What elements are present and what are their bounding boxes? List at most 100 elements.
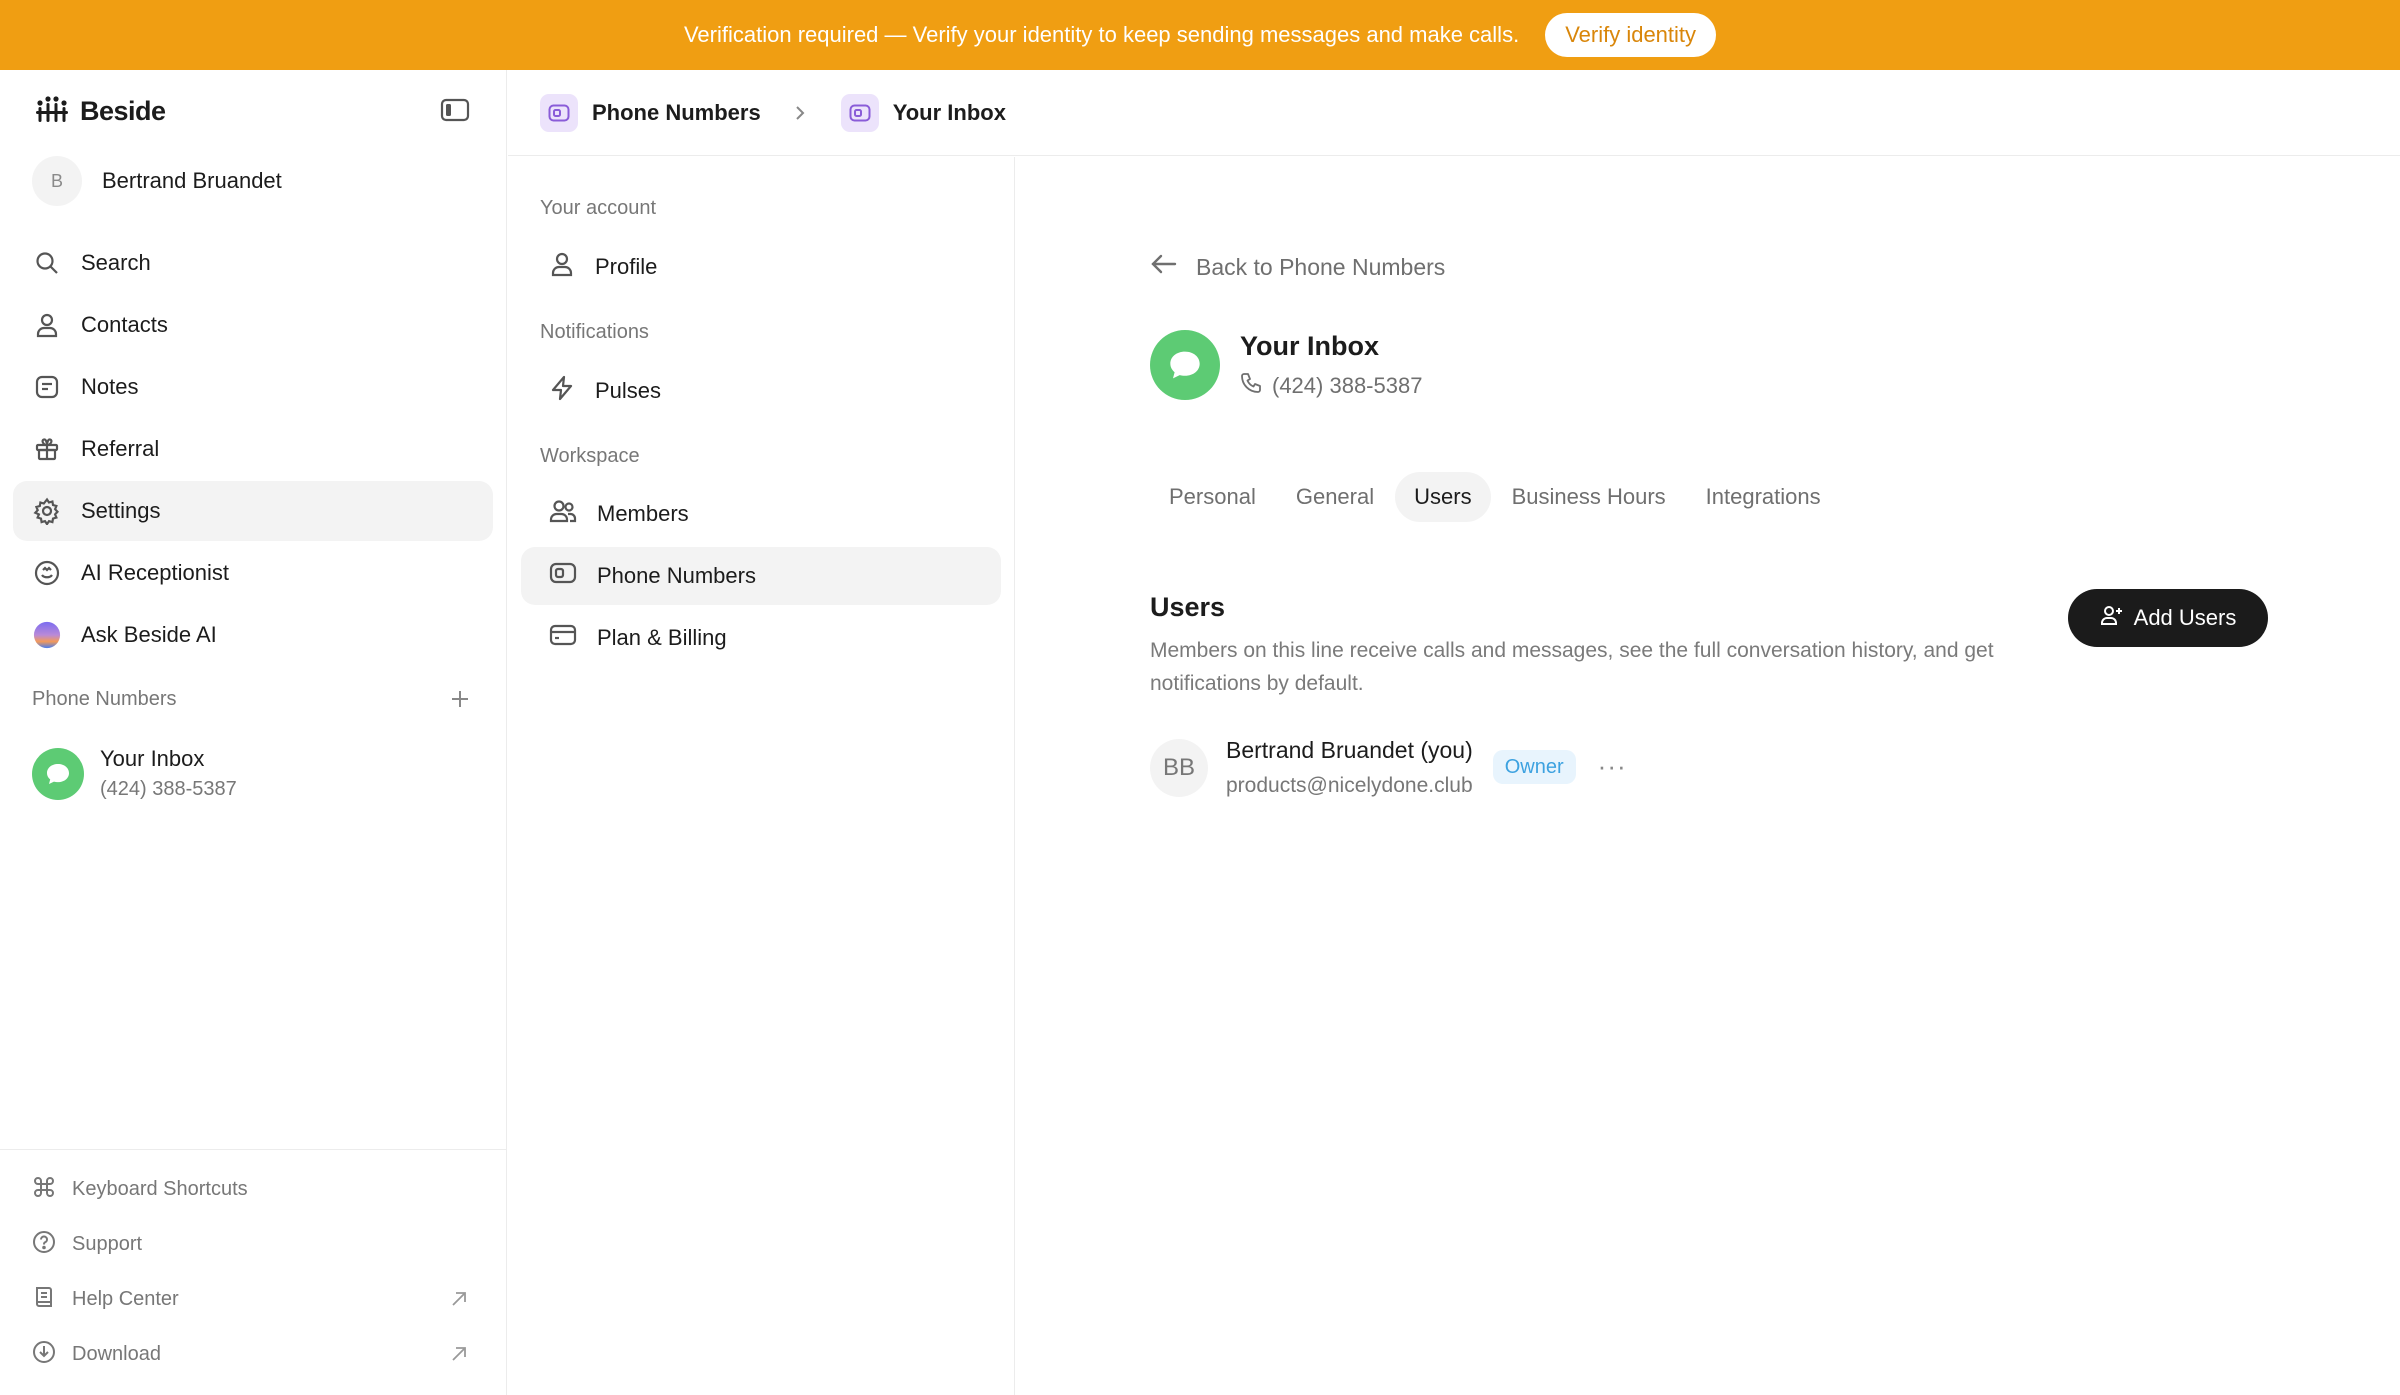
settings-item-plan-billing[interactable]: Plan & Billing xyxy=(521,609,1001,667)
inbox-title: Your Inbox xyxy=(1240,330,1379,361)
sidebar: Beside B Bertrand Bruandet Search Contac… xyxy=(0,70,507,1395)
users-section-title: Users xyxy=(1150,592,1226,622)
question-icon xyxy=(32,1230,56,1260)
sidebar-item-label: Search xyxy=(81,250,151,275)
download-link[interactable]: Download xyxy=(0,1327,507,1382)
verify-identity-button[interactable]: Verify identity xyxy=(1545,13,1717,57)
arrow-left-icon xyxy=(1150,253,1178,281)
phone-numbers-section-header: Phone Numbers xyxy=(32,687,472,711)
settings-item-phone-numbers[interactable]: Phone Numbers xyxy=(521,547,1001,605)
breadcrumb-label: Your Inbox xyxy=(892,99,1006,125)
phone-number-item[interactable]: Your Inbox (424) 388-5387 xyxy=(32,746,237,801)
section-label: Phone Numbers xyxy=(32,687,177,710)
beside-logo-icon xyxy=(36,94,68,129)
breadcrumb-label: Phone Numbers xyxy=(592,99,761,125)
inbox-header: Your Inbox (424) 388-5387 xyxy=(1150,330,1422,400)
receptionist-icon xyxy=(33,559,61,587)
sidebar-item-notes[interactable]: Notes xyxy=(13,357,493,417)
settings-section-notifications: Notifications xyxy=(540,321,649,343)
inbox-phone: (424) 388-5387 xyxy=(1240,372,1422,400)
user-profile[interactable]: B Bertrand Bruandet xyxy=(32,156,282,206)
avatar: BB xyxy=(1150,738,1208,797)
phone-item-number: (424) 388-5387 xyxy=(100,778,237,800)
note-icon xyxy=(33,373,61,401)
inbox-phone-number: (424) 388-5387 xyxy=(1272,372,1423,398)
tab-personal[interactable]: Personal xyxy=(1150,472,1275,522)
settings-item-label: Pulses xyxy=(595,378,662,403)
settings-item-label: Profile xyxy=(595,254,658,279)
sidebar-item-label: Notes xyxy=(81,374,139,399)
back-to-phone-numbers-link[interactable]: Back to Phone Numbers xyxy=(1150,253,1445,281)
brand[interactable]: Beside xyxy=(36,94,166,129)
sidebar-item-label: Contacts xyxy=(81,312,168,337)
settings-section-workspace: Workspace xyxy=(540,445,640,467)
keyboard-shortcuts-link[interactable]: Keyboard Shortcuts xyxy=(0,1162,507,1217)
person-icon xyxy=(549,251,575,283)
more-options-button[interactable]: ··· xyxy=(1598,751,1627,782)
external-link-icon xyxy=(450,1290,468,1314)
sidebar-item-settings[interactable]: Settings xyxy=(13,481,493,541)
sidebar-footer: Keyboard Shortcuts Support Help Center D… xyxy=(0,1149,507,1382)
table-row: BB Bertrand Bruandet (you) products@nice… xyxy=(1150,737,1627,798)
settings-item-members[interactable]: Members xyxy=(521,485,1001,543)
settings-item-label: Plan & Billing xyxy=(597,625,727,650)
book-icon xyxy=(32,1285,56,1315)
member-email: products@nicelydone.club xyxy=(1226,774,1473,797)
tab-general[interactable]: General xyxy=(1277,472,1393,522)
settings-section-your-account: Your account xyxy=(540,197,657,219)
chevron-right-icon xyxy=(793,104,807,122)
chat-bubble-icon xyxy=(1150,330,1220,400)
gear-icon xyxy=(33,497,61,525)
main-content: Back to Phone Numbers Your Inbox (424) 3… xyxy=(1016,157,2400,1395)
command-icon xyxy=(32,1175,56,1205)
footer-label: Help Center xyxy=(72,1288,179,1310)
tab-business-hours[interactable]: Business Hours xyxy=(1493,472,1685,522)
phone-card-icon xyxy=(549,561,577,591)
breadcrumb-phone-numbers[interactable]: Phone Numbers xyxy=(540,93,761,132)
search-icon xyxy=(33,249,61,277)
support-link[interactable]: Support xyxy=(0,1217,507,1272)
add-users-button[interactable]: Add Users xyxy=(2068,589,2268,647)
download-icon xyxy=(32,1340,56,1370)
sidebar-item-search[interactable]: Search xyxy=(13,233,493,293)
phone-icon xyxy=(1240,372,1262,400)
help-center-link[interactable]: Help Center xyxy=(0,1272,507,1327)
member-name: Bertrand Bruandet (you) xyxy=(1226,737,1473,763)
bolt-icon xyxy=(549,375,575,407)
add-user-icon xyxy=(2100,604,2124,632)
status-badge: Owner xyxy=(1492,750,1576,784)
sidebar-toggle-icon[interactable] xyxy=(440,98,470,124)
sidebar-item-referral[interactable]: Referral xyxy=(13,419,493,479)
avatar: B xyxy=(32,156,82,206)
main-nav: Search Contacts Notes Referral Settings … xyxy=(13,233,493,667)
sidebar-item-ask-beside-ai[interactable]: Ask Beside AI xyxy=(13,605,493,665)
ai-orb-icon xyxy=(33,621,61,649)
settings-item-profile[interactable]: Profile xyxy=(521,238,1001,296)
sidebar-item-label: Settings xyxy=(81,498,161,523)
users-section-description: Members on this line receive calls and m… xyxy=(1150,639,1994,695)
sidebar-item-contacts[interactable]: Contacts xyxy=(13,295,493,355)
banner-text: Verification required — Verify your iden… xyxy=(683,22,1520,47)
add-phone-number-icon[interactable] xyxy=(448,687,472,711)
sidebar-item-label: AI Receptionist xyxy=(81,560,229,585)
back-link-label: Back to Phone Numbers xyxy=(1196,253,1446,280)
add-users-label: Add Users xyxy=(2133,605,2237,630)
external-link-icon xyxy=(450,1345,468,1369)
chat-bubble-icon xyxy=(32,747,84,800)
footer-label: Support xyxy=(72,1233,143,1255)
person-icon xyxy=(33,311,61,339)
breadcrumb-your-inbox[interactable]: Your Inbox xyxy=(840,93,1006,132)
card-icon xyxy=(549,623,577,653)
tab-integrations[interactable]: Integrations xyxy=(1687,472,1840,522)
tab-users[interactable]: Users xyxy=(1395,472,1491,522)
settings-item-pulses[interactable]: Pulses xyxy=(521,362,1001,420)
sidebar-item-label: Ask Beside AI xyxy=(81,622,217,647)
sidebar-item-ai-receptionist[interactable]: AI Receptionist xyxy=(13,543,493,603)
members-icon xyxy=(549,498,577,530)
phone-item-title: Your Inbox xyxy=(100,746,205,771)
sidebar-item-label: Referral xyxy=(81,436,160,461)
phone-card-icon xyxy=(540,93,578,132)
brand-name: Beside xyxy=(80,96,166,126)
footer-label: Keyboard Shortcuts xyxy=(72,1178,248,1200)
gift-icon xyxy=(33,435,61,463)
